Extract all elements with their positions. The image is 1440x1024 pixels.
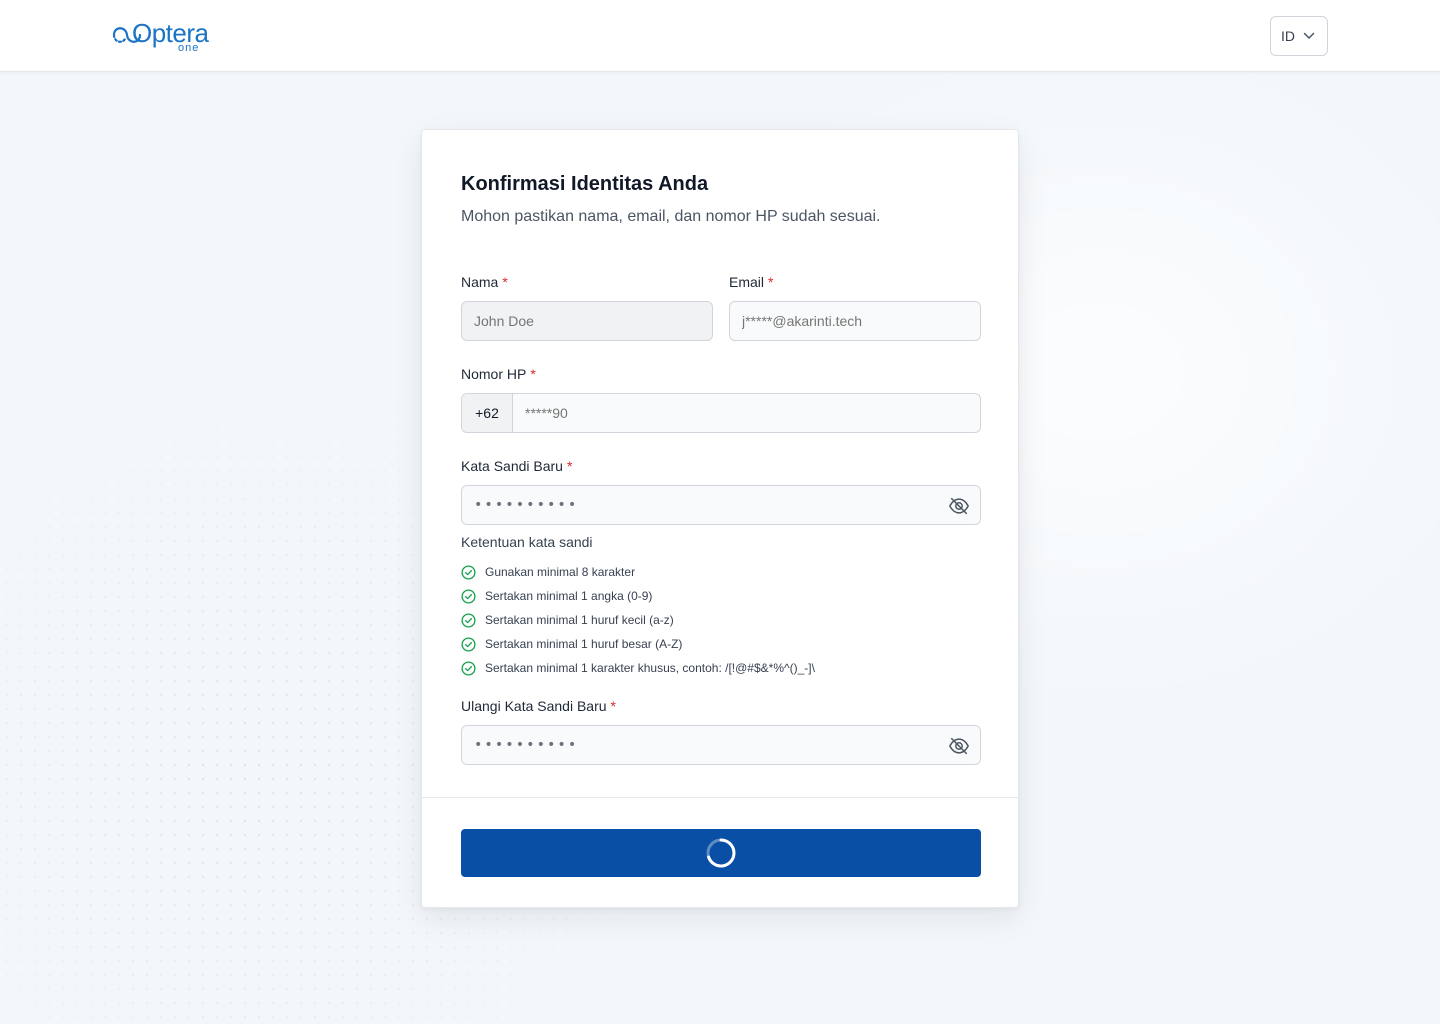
name-label: Nama *	[461, 274, 508, 290]
password-rule-item: Sertakan minimal 1 karakter khusus, cont…	[461, 656, 815, 680]
email-label-text: Email	[729, 274, 765, 290]
eye-off-icon[interactable]	[948, 495, 970, 517]
password-rule-text: Gunakan minimal 8 karakter	[485, 565, 636, 579]
name-label-text: Nama	[461, 274, 499, 290]
password-rule-text: Sertakan minimal 1 huruf besar (A-Z)	[485, 637, 683, 651]
page-title: Konfirmasi Identitas Anda	[461, 173, 709, 195]
submit-button[interactable]	[461, 829, 981, 877]
required-mark: *	[502, 274, 508, 290]
password-label-text: Kata Sandi Baru	[461, 458, 563, 474]
check-circle-icon	[461, 588, 476, 604]
phone-field: +62	[461, 393, 981, 433]
password-rule-item: Gunakan minimal 8 karakter	[461, 560, 815, 584]
loading-spinner-icon	[706, 838, 736, 868]
password-field	[461, 485, 981, 525]
password-rule-item: Sertakan minimal 1 angka (0-9)	[461, 584, 815, 608]
optera-logo[interactable]: Optera one	[110, 16, 209, 56]
confirm-password-input[interactable]	[462, 726, 942, 764]
password-rule-text: Sertakan minimal 1 huruf kecil (a-z)	[485, 613, 674, 627]
password-rule-text: Sertakan minimal 1 angka (0-9)	[485, 589, 653, 603]
required-mark: *	[530, 366, 536, 382]
check-circle-icon	[461, 636, 476, 652]
confirm-password-field	[461, 725, 981, 765]
required-mark: *	[566, 458, 573, 474]
identity-confirmation-card: Konfirmasi Identitas Anda Mohon pastikan…	[421, 129, 1020, 908]
top-header: Optera one ID	[0, 0, 1440, 72]
password-rules-list: Gunakan minimal 8 karakter Sertakan mini…	[461, 560, 815, 680]
password-input[interactable]	[462, 486, 942, 524]
check-circle-icon	[461, 612, 476, 628]
required-mark: *	[768, 274, 774, 290]
check-circle-icon	[461, 564, 476, 580]
password-rule-item: Sertakan minimal 1 huruf besar (A-Z)	[461, 632, 815, 656]
phone-input[interactable]	[513, 394, 980, 432]
card-divider	[422, 797, 1020, 798]
page-subtitle: Mohon pastikan nama, email, dan nomor HP…	[461, 208, 881, 225]
language-select[interactable]: ID	[1270, 16, 1328, 56]
country-code-prefix: +62	[462, 394, 513, 432]
confirm-password-label: Ulangi Kata Sandi Baru *	[461, 698, 616, 714]
password-rules-title: Ketentuan kata sandi	[461, 534, 593, 550]
required-mark: *	[610, 698, 616, 714]
logo-subtext: one	[178, 42, 200, 54]
password-rule-text: Sertakan minimal 1 karakter khusus, cont…	[485, 661, 815, 675]
phone-label-text: Nomor HP	[461, 366, 527, 382]
check-circle-icon	[461, 660, 476, 676]
password-label: Kata Sandi Baru *	[461, 458, 572, 474]
name-input[interactable]	[461, 301, 713, 341]
eye-off-icon[interactable]	[948, 735, 970, 757]
password-rule-item: Sertakan minimal 1 huruf kecil (a-z)	[461, 608, 815, 632]
email-input[interactable]	[729, 301, 981, 341]
chevron-down-icon	[1303, 32, 1315, 39]
confirm-password-label-text: Ulangi Kata Sandi Baru	[461, 698, 607, 714]
language-value: ID	[1281, 28, 1295, 44]
email-label: Email *	[729, 274, 773, 290]
phone-label: Nomor HP *	[461, 366, 536, 382]
